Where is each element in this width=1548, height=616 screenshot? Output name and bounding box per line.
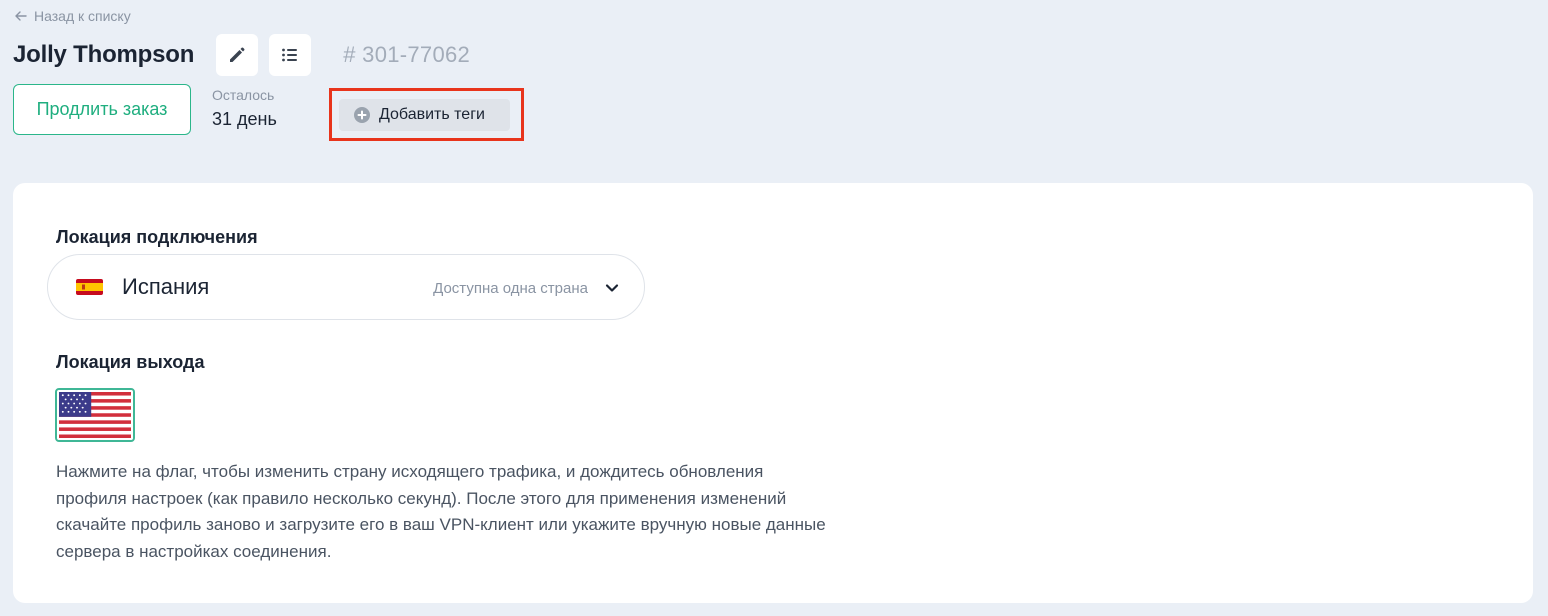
order-page: Назад к списку Jolly Thompson # 301-7706…	[0, 0, 1548, 616]
exit-location-title: Локация выхода	[56, 352, 205, 372]
list-icon	[282, 48, 298, 62]
renew-order-button[interactable]: Продлить заказ	[13, 84, 191, 135]
add-tags-label: Добавить теги	[379, 106, 485, 123]
connection-hint: Доступна одна страна	[433, 280, 588, 297]
chevron-down-icon	[605, 284, 619, 292]
remaining-days: Осталось 31 день	[212, 87, 277, 130]
connection-country: Испания	[122, 274, 210, 299]
add-tags-button[interactable]: Добавить теги	[339, 99, 510, 131]
back-to-list-link[interactable]: Назад к списку	[14, 8, 131, 24]
pencil-icon	[230, 47, 245, 62]
title-row: Jolly Thompson # 301-77062	[13, 33, 470, 77]
order-id: # 301-77062	[343, 42, 471, 67]
connection-location-select[interactable]: Испания Доступна одна страна	[47, 254, 645, 320]
flag-es-icon	[76, 279, 103, 295]
edit-button[interactable]	[216, 34, 259, 76]
flag-us-icon	[59, 392, 131, 438]
order-name: Jolly Thompson	[13, 41, 195, 68]
list-button[interactable]	[269, 34, 312, 76]
arrow-left-icon	[15, 11, 27, 21]
exit-help-text: Нажмите на флаг, чтобы изменить страну и…	[56, 462, 826, 561]
connection-location-title: Локация подключения	[56, 227, 258, 247]
back-link-label: Назад к списку	[34, 8, 131, 24]
location-card: Локация подключения Испания Доступна одн…	[13, 183, 1533, 603]
remaining-value: 31 день	[212, 109, 277, 129]
exit-flag-button[interactable]	[55, 388, 135, 442]
remaining-label: Осталось	[212, 87, 275, 103]
plus-circle-icon	[354, 107, 370, 123]
